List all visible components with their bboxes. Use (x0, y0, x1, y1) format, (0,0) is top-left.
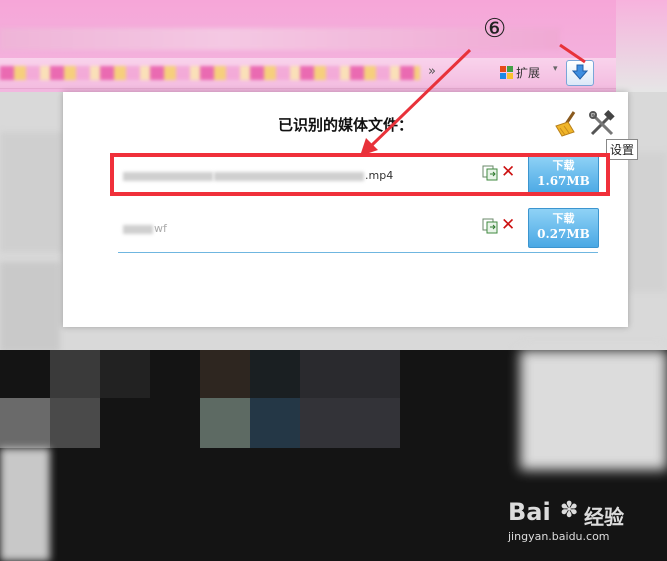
baidu-watermark: Bai ✽ 经验 jingyan.baidu.com (508, 498, 658, 558)
watermark-logo-tail: 经验 (584, 505, 624, 529)
annotation-arrow (360, 43, 586, 156)
paw-icon: ✽ (560, 498, 579, 523)
watermark-logo: Bai (508, 498, 551, 526)
watermark-url: jingyan.baidu.com (508, 530, 610, 543)
